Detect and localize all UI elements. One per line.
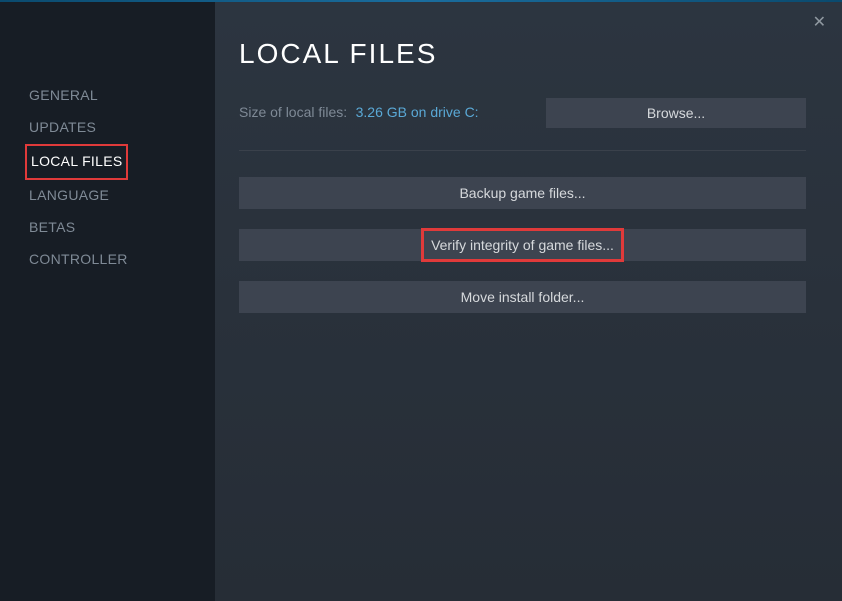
main-panel: ✕ LOCAL FILES Size of local files: 3.26 … (215, 2, 842, 601)
sidebar-item-betas[interactable]: BETAS (25, 212, 79, 242)
move-button[interactable]: Move install folder... (239, 281, 806, 313)
size-value: 3.26 GB on drive C: (356, 104, 479, 120)
sidebar-item-local-files[interactable]: LOCAL FILES (27, 146, 126, 176)
size-label: Size of local files: (239, 104, 347, 120)
size-row: Size of local files: 3.26 GB on drive C:… (239, 98, 806, 128)
verify-button[interactable]: Verify integrity of game files... (239, 229, 806, 261)
divider (239, 150, 806, 151)
sidebar-item-updates[interactable]: UPDATES (25, 112, 100, 142)
sidebar-item-general[interactable]: GENERAL (25, 80, 102, 110)
page-title: LOCAL FILES (239, 38, 806, 70)
browse-button[interactable]: Browse... (546, 98, 806, 128)
backup-button[interactable]: Backup game files... (239, 177, 806, 209)
sidebar-highlight: LOCAL FILES (25, 144, 128, 180)
sidebar: GENERAL UPDATES LOCAL FILES LANGUAGE BET… (0, 2, 215, 601)
sidebar-item-controller[interactable]: CONTROLLER (25, 244, 132, 274)
container: GENERAL UPDATES LOCAL FILES LANGUAGE BET… (0, 2, 842, 601)
close-icon[interactable]: ✕ (813, 12, 826, 32)
size-text: Size of local files: 3.26 GB on drive C: (239, 104, 479, 122)
sidebar-item-language[interactable]: LANGUAGE (25, 180, 113, 210)
